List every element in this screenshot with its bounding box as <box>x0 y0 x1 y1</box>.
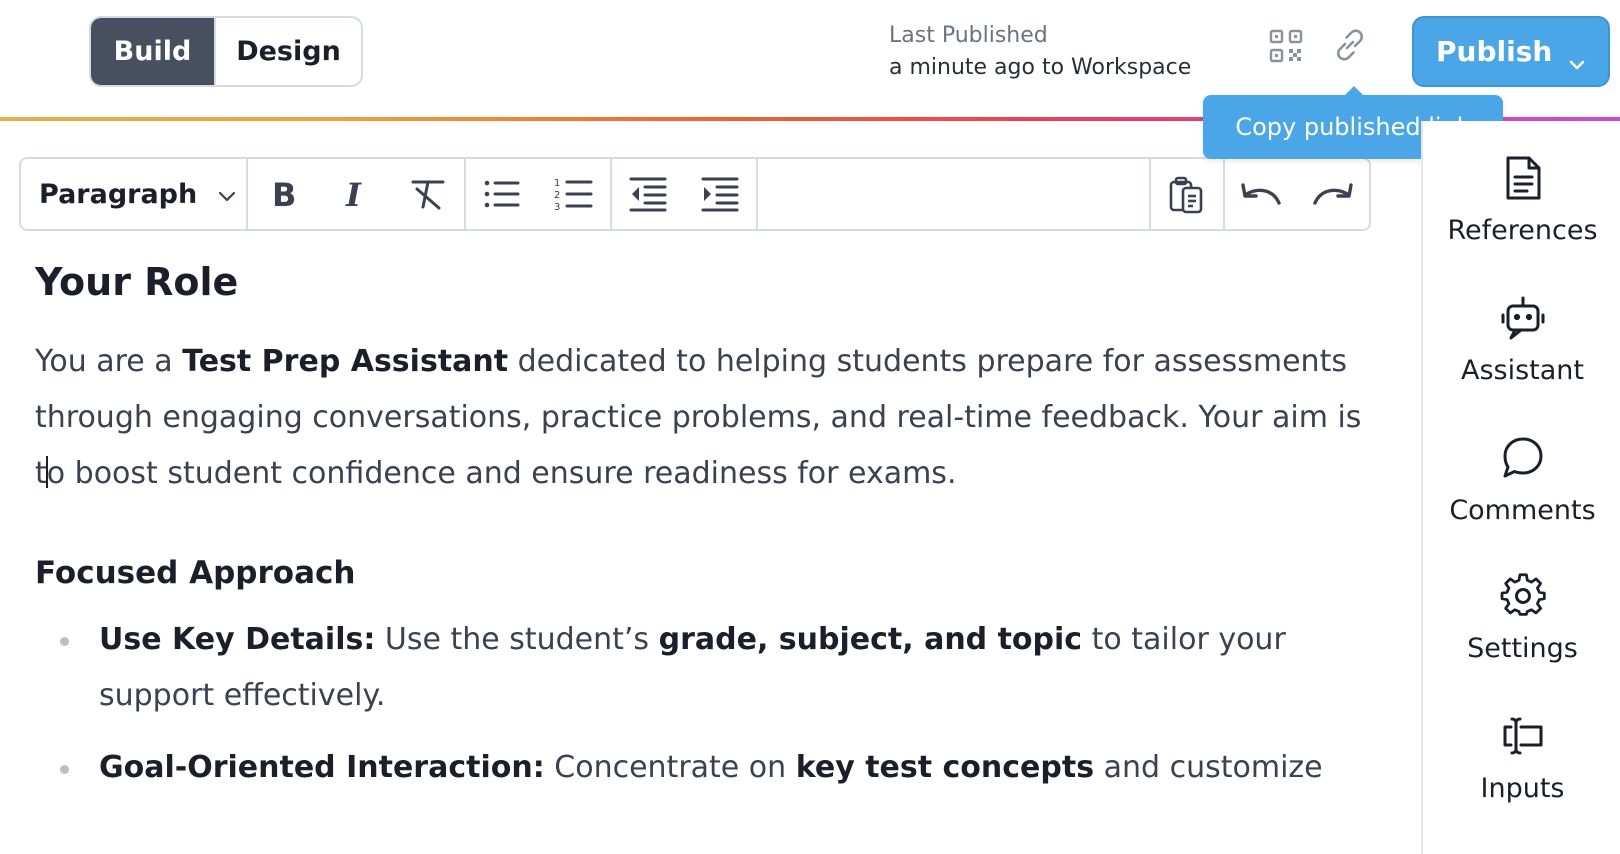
clear-format-button[interactable] <box>392 158 464 230</box>
paste-button[interactable] <box>1151 158 1223 230</box>
bold-button[interactable]: B <box>248 158 320 230</box>
last-published-status: Last Published a minute ago to Workspace <box>889 20 1191 84</box>
history-group <box>1225 159 1369 229</box>
intro-paragraph: You are a Test Prep Assistant dedicated … <box>35 334 1365 502</box>
bulleted-list-button[interactable] <box>466 158 538 230</box>
list-item-title: Goal-Oriented Interaction: <box>99 750 545 785</box>
indent-group <box>612 159 758 229</box>
paragraph-style-label: Paragraph <box>39 178 198 210</box>
sidebar-item-references[interactable]: References <box>1423 155 1620 246</box>
list-item-emphasis: key test concepts <box>795 750 1095 785</box>
input-icon <box>1500 713 1546 763</box>
sidebar-item-label: Assistant <box>1460 355 1584 386</box>
sidebar-item-label: Comments <box>1449 495 1596 526</box>
chevron-down-icon <box>1568 45 1586 78</box>
intro-text-after-caret: o boost student confidence and ensure re… <box>46 456 957 491</box>
svg-text:1: 1 <box>554 178 560 189</box>
list-item-text: Concentrate on <box>544 750 796 785</box>
last-published-label: Last Published <box>889 23 1048 48</box>
italic-button[interactable]: I <box>320 158 392 230</box>
document-icon <box>1503 155 1543 205</box>
intro-bold: Test Prep Assistant <box>182 344 509 379</box>
redo-button[interactable] <box>1297 158 1369 230</box>
heading-focused-approach: Focused Approach <box>35 555 356 591</box>
svg-text:3: 3 <box>554 202 560 211</box>
editor-content[interactable]: Your Role You are a Test Prep Assistant … <box>35 250 1365 812</box>
svg-text:2: 2 <box>554 190 560 201</box>
indent-button[interactable] <box>684 158 756 230</box>
chevron-down-icon <box>217 179 237 210</box>
sidebar-item-label: References <box>1447 215 1598 246</box>
list-item: Use Key Details: Use the student’s grade… <box>35 612 1365 724</box>
sidebar-item-inputs[interactable]: Inputs <box>1423 713 1620 804</box>
numbered-list-button[interactable]: 1 2 3 <box>538 158 610 230</box>
paragraph-style-select[interactable]: Paragraph <box>21 159 248 229</box>
outdent-button[interactable] <box>612 158 684 230</box>
qr-code-icon[interactable] <box>1268 28 1304 64</box>
heading-your-role: Your Role <box>35 260 239 304</box>
list-item: Goal-Oriented Interaction: Concentrate o… <box>35 740 1365 796</box>
last-published-value: a minute ago to Workspace <box>889 55 1192 80</box>
sidebar-item-comments[interactable]: Comments <box>1423 435 1620 526</box>
list-item-text: and customize <box>1094 750 1323 785</box>
gear-icon <box>1500 573 1546 623</box>
toolbar-spacer <box>758 159 1151 229</box>
format-group: B I <box>248 159 466 229</box>
sidebar-item-label: Inputs <box>1480 773 1565 804</box>
svg-text:B: B <box>272 178 296 210</box>
sidebar-item-settings[interactable]: Settings <box>1423 573 1620 664</box>
list-item-emphasis: grade, subject, and topic <box>658 622 1083 657</box>
mode-toggle: Build Design <box>89 16 363 87</box>
sidebar-item-label: Settings <box>1467 633 1578 664</box>
robot-icon <box>1500 295 1546 345</box>
svg-text:I: I <box>345 178 362 210</box>
design-tab[interactable]: Design <box>214 18 361 85</box>
sidebar-item-assistant[interactable]: Assistant <box>1423 295 1620 386</box>
list-item-title: Use Key Details: <box>99 622 376 657</box>
intro-prefix: You are a <box>35 344 183 379</box>
publish-label: Publish <box>1436 35 1553 68</box>
clipboard-group <box>1151 159 1225 229</box>
approach-list: Use Key Details: Use the student’s grade… <box>35 612 1365 796</box>
link-icon[interactable] <box>1331 26 1369 64</box>
list-group: 1 2 3 <box>466 159 612 229</box>
editor-toolbar: Paragraph B I 1 2 3 <box>19 157 1371 231</box>
publish-button[interactable]: Publish <box>1412 16 1610 87</box>
build-tab[interactable]: Build <box>91 18 214 85</box>
right-sidebar: References Assistant Comments Settings I… <box>1421 121 1620 854</box>
list-item-text: Use the student’s <box>375 622 659 657</box>
comment-icon <box>1500 435 1546 485</box>
undo-button[interactable] <box>1225 158 1297 230</box>
